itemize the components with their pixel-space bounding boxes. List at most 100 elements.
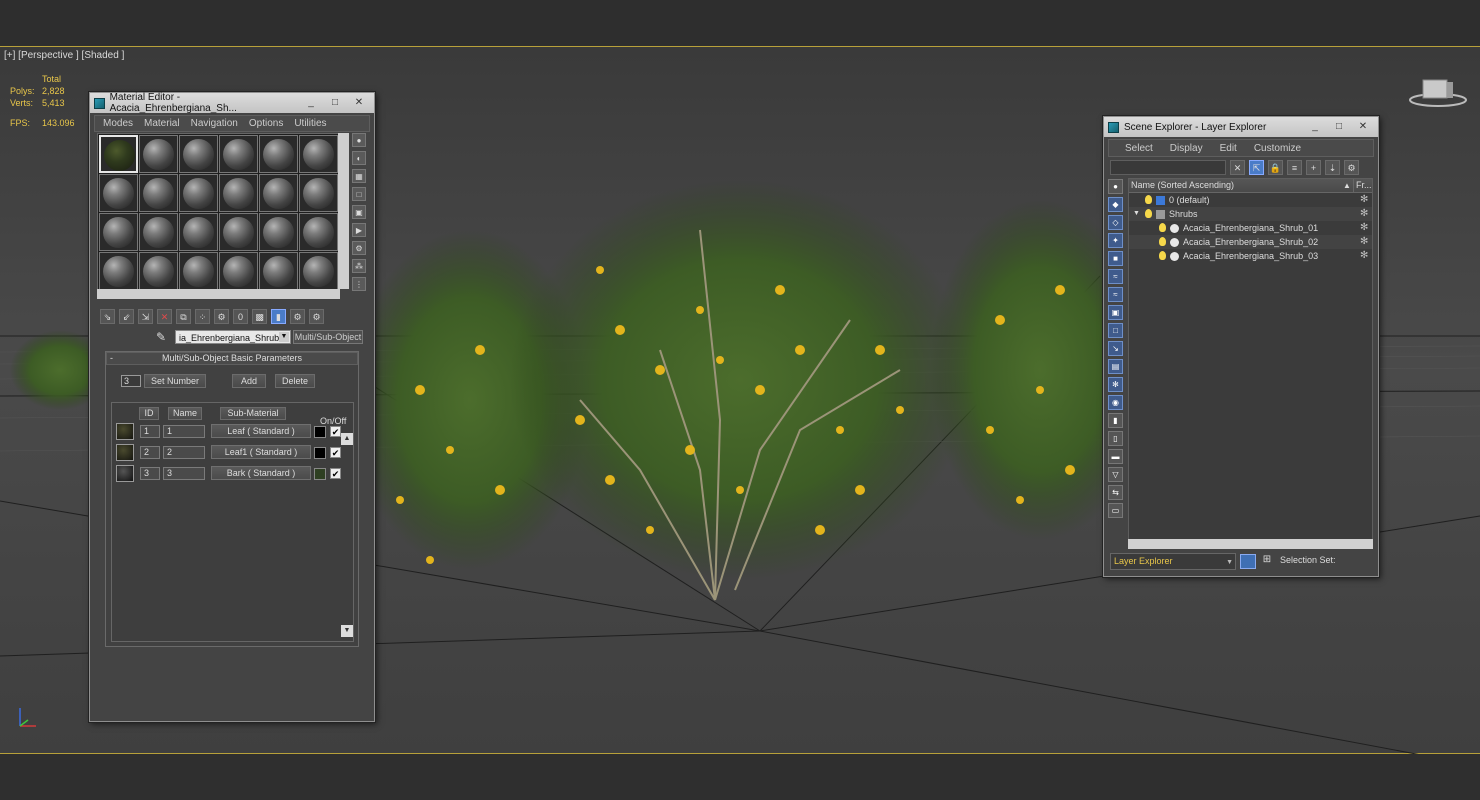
reset-map-icon[interactable]: ✕ <box>157 308 172 324</box>
viewport-label[interactable]: [+] [Perspective ] [Shaded ] <box>4 50 124 61</box>
sub-material-button[interactable]: Leaf1 ( Standard ) <box>211 445 311 459</box>
sample-slot[interactable] <box>179 213 218 251</box>
menu-customize[interactable]: Customize <box>1244 143 1308 154</box>
layers-view-icon[interactable] <box>1240 554 1256 569</box>
backlight-icon[interactable]: ◐ <box>352 151 366 165</box>
freeze-icon[interactable]: ✻ <box>1360 235 1368 249</box>
sample-slot[interactable] <box>139 135 178 173</box>
material-editor-window[interactable]: Material Editor - Acacia_Ehrenbergiana_S… <box>89 92 375 722</box>
on-off-checkbox[interactable]: ✔ <box>330 426 341 437</box>
sample-slot[interactable] <box>259 174 298 212</box>
lock-icon[interactable]: 🔒 <box>1268 159 1283 175</box>
menu-options[interactable]: Options <box>244 118 289 129</box>
sample-type-icon[interactable]: ● <box>352 133 366 147</box>
sample-slot-vertical-scrollbar[interactable] <box>338 133 349 289</box>
tree-row[interactable]: Acacia_Ehrenbergiana_Shrub_01 ✻ <box>1129 221 1372 235</box>
display-space-warps-icon[interactable]: ≈ <box>1108 287 1123 302</box>
name-field[interactable]: 2 <box>163 446 205 459</box>
sample-slot[interactable] <box>219 174 258 212</box>
sample-slot[interactable] <box>99 174 138 212</box>
show-shaded-material-icon[interactable]: ▩ <box>252 308 267 324</box>
id-field[interactable]: 2 <box>140 446 160 459</box>
sample-slot[interactable] <box>139 174 178 212</box>
menu-material[interactable]: Material <box>139 118 186 129</box>
sample-slot[interactable] <box>259 135 298 173</box>
display-none-icon[interactable]: ▯ <box>1108 431 1123 446</box>
hierarchy-view-icon[interactable]: ⊞ <box>1259 554 1275 569</box>
put-material-icon[interactable]: ⇙ <box>119 308 134 324</box>
set-number-input[interactable]: 3 <box>121 375 141 387</box>
freeze-icon[interactable]: ✻ <box>1360 249 1368 263</box>
color-swatch[interactable] <box>314 468 326 480</box>
close-button[interactable]: ✕ <box>1352 120 1374 134</box>
display-groups-icon[interactable]: ▣ <box>1108 305 1123 320</box>
sub-material-column-header[interactable]: Sub-Material <box>220 407 286 420</box>
get-material-icon[interactable]: ⇘ <box>100 308 115 324</box>
sample-slot[interactable] <box>99 213 138 251</box>
sub-material-thumbnail[interactable] <box>116 423 134 440</box>
display-children-icon[interactable]: ▭ <box>1108 503 1123 518</box>
set-number-button[interactable]: Set Number <box>144 374 206 388</box>
sample-slot[interactable] <box>179 252 218 290</box>
freeze-icon[interactable]: ✻ <box>1360 193 1368 207</box>
sample-slot[interactable] <box>219 135 258 173</box>
tree-row[interactable]: Acacia_Ehrenbergiana_Shrub_03 ✻ <box>1129 249 1372 263</box>
select-by-material-icon[interactable]: ⁂ <box>352 259 366 273</box>
material-id-channel-icon[interactable]: 0 <box>233 308 248 324</box>
make-current-layer-icon[interactable]: ⚙ <box>1344 159 1359 175</box>
sample-slot[interactable] <box>139 213 178 251</box>
layer-stack-icon[interactable]: ≡ <box>1287 159 1302 175</box>
sample-slot[interactable] <box>219 252 258 290</box>
material-name-field[interactable]: ia_Ehrenbergiana_Shrubs <box>175 330 291 344</box>
sub-material-button[interactable]: Leaf ( Standard ) <box>211 424 311 438</box>
background-icon[interactable]: ▦ <box>352 169 366 183</box>
chevron-down-icon[interactable]: ▼ <box>279 332 289 342</box>
sample-slot-horizontal-scrollbar[interactable] <box>97 289 340 299</box>
rollout-header[interactable]: - Multi/Sub-Object Basic Parameters <box>106 352 358 365</box>
video-color-check-icon[interactable]: ▣ <box>352 205 366 219</box>
sample-slot[interactable] <box>299 135 338 173</box>
name-field[interactable]: 3 <box>163 467 205 480</box>
tree-horizontal-scrollbar[interactable] <box>1128 539 1373 549</box>
filter-icon[interactable]: ▽ <box>1108 467 1123 482</box>
delete-button[interactable]: Delete <box>275 374 315 388</box>
freeze-icon[interactable]: ✻ <box>1360 221 1368 235</box>
add-button[interactable]: Add <box>232 374 266 388</box>
sample-slot[interactable] <box>259 252 298 290</box>
close-button[interactable]: ✕ <box>348 96 370 110</box>
sample-slot[interactable] <box>99 135 138 173</box>
sub-material-thumbnail[interactable] <box>116 444 134 461</box>
maximize-button[interactable]: □ <box>324 96 346 110</box>
display-bones-icon[interactable]: ↘ <box>1108 341 1123 356</box>
tree-row[interactable]: Acacia_Ehrenbergiana_Shrub_02 ✻ <box>1129 235 1372 249</box>
assign-material-icon[interactable]: ⇲ <box>138 308 153 324</box>
name-field[interactable]: 1 <box>163 425 205 438</box>
scene-explorer-titlebar[interactable]: Scene Explorer - Layer Explorer _ □ ✕ <box>1104 117 1378 137</box>
tree-header[interactable]: Name (Sorted Ascending) ▲ Fr... <box>1129 179 1372 193</box>
select-mode-icon[interactable]: ⇱ <box>1249 159 1264 175</box>
display-helpers-icon[interactable]: ≈ <box>1108 269 1123 284</box>
id-field[interactable]: 3 <box>140 467 160 480</box>
options-icon[interactable]: ⚙ <box>352 241 366 255</box>
add-to-layer-icon[interactable]: ⇣ <box>1325 159 1340 175</box>
invert-display-icon[interactable]: ▬ <box>1108 449 1123 464</box>
pick-material-eyedropper-icon[interactable]: ✎ <box>156 330 170 344</box>
sample-slot[interactable] <box>179 135 218 173</box>
menu-modes[interactable]: Modes <box>98 118 139 129</box>
go-forward-to-sibling-icon[interactable]: ⚙ <box>309 308 324 324</box>
put-to-library-icon[interactable]: ⚙ <box>214 308 229 324</box>
minimize-button[interactable]: _ <box>300 96 322 110</box>
sample-slot[interactable] <box>299 213 338 251</box>
sample-slot[interactable] <box>179 174 218 212</box>
viewcube-icon[interactable] <box>1408 78 1468 110</box>
expand-chevron-icon[interactable]: ▼ <box>1133 207 1140 221</box>
freeze-icon[interactable]: ✻ <box>1360 207 1368 221</box>
search-input[interactable] <box>1110 159 1226 175</box>
display-shapes-icon[interactable]: ◇ <box>1108 215 1123 230</box>
tree-row[interactable]: ▼ Shrubs ✻ <box>1129 207 1372 221</box>
add-layer-icon[interactable]: + <box>1306 159 1321 175</box>
lightbulb-icon[interactable] <box>1159 223 1166 232</box>
show-end-result-icon[interactable]: ▮ <box>271 308 286 324</box>
on-off-checkbox[interactable]: ✔ <box>330 447 341 458</box>
sample-slot[interactable] <box>219 213 258 251</box>
